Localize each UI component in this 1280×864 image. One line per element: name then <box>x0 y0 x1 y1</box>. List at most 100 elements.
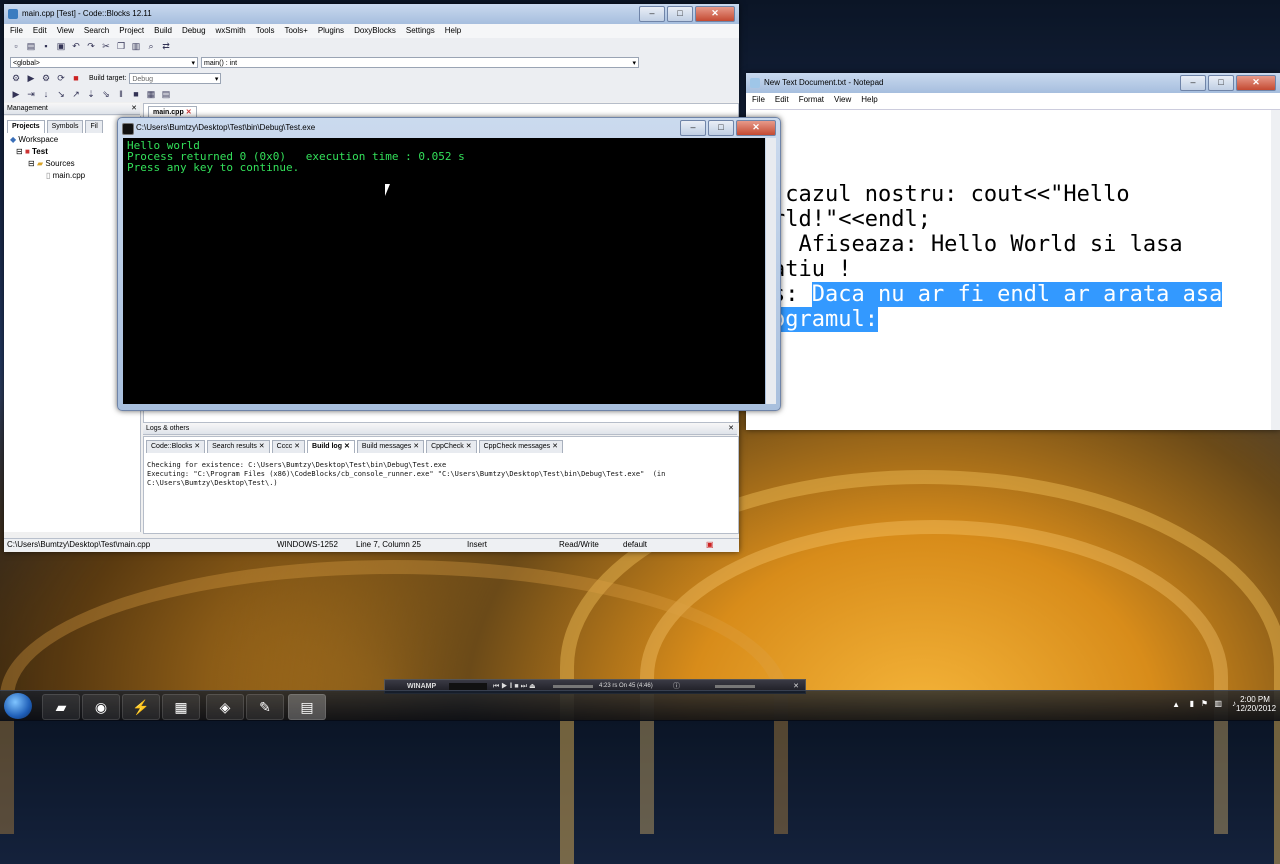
close-button[interactable]: ✕ <box>695 6 735 22</box>
menu-tools-plus[interactable]: Tools+ <box>284 24 307 38</box>
tab-files[interactable]: Fil <box>85 120 103 133</box>
run-icon[interactable]: ▶ <box>25 72 37 84</box>
console-app-taskbar-icon[interactable]: ◈ <box>206 694 244 720</box>
close-icon[interactable]: ✕ <box>194 443 200 450</box>
notepad-scrollbar[interactable] <box>1271 110 1280 430</box>
save-icon[interactable]: ▪ <box>40 40 52 52</box>
new-file-icon[interactable]: ▫ <box>10 40 22 52</box>
stop-debug-icon[interactable]: ■ <box>130 88 142 100</box>
scope-combo[interactable]: <global> ▾ <box>10 56 198 68</box>
run-to-cursor-icon[interactable]: ⇥ <box>25 88 37 100</box>
tree-item-workspace[interactable]: ◆ Workspace <box>10 134 85 146</box>
menu-wxsmith[interactable]: wxSmith <box>216 24 246 38</box>
tray-chevron-up-icon[interactable]: ▲ <box>1172 700 1180 709</box>
start-button[interactable] <box>4 693 32 719</box>
menu-format[interactable]: Format <box>799 93 824 107</box>
winamp-icon[interactable]: ⚡ <box>122 694 160 720</box>
menu-help[interactable]: Help <box>445 24 461 38</box>
menu-plugins[interactable]: Plugins <box>318 24 344 38</box>
save-all-icon[interactable]: ▣ <box>55 40 67 52</box>
menu-doxyblocks[interactable]: DoxyBlocks <box>354 24 396 38</box>
close-button[interactable]: ✕ <box>736 120 776 136</box>
step-out-icon[interactable]: ↗ <box>70 88 82 100</box>
minimize-button[interactable]: – <box>1180 75 1206 91</box>
menu-settings[interactable]: Settings <box>406 24 435 38</box>
console-output[interactable]: Hello world Process returned 0 (0x0) exe… <box>123 138 765 404</box>
tab-build-messages[interactable]: Build messages ✕ <box>356 440 425 453</box>
close-icon[interactable]: ✕ <box>728 423 734 435</box>
console-titlebar[interactable]: C:\Users\Bumtzy\Desktop\Test\bin\Debug\T… <box>118 118 780 138</box>
notepad-text-area[interactable]: cazul nostru: cout<<"Hello rld!"<<endl; A… <box>750 109 1280 430</box>
close-icon[interactable]: ✕ <box>259 443 265 450</box>
menu-edit[interactable]: Edit <box>33 24 47 38</box>
tray-clock[interactable]: 2:00 PM 12/20/2012 <box>1236 695 1276 713</box>
build-run-icon[interactable]: ⚙ <box>40 72 52 84</box>
menu-project[interactable]: Project <box>119 24 144 38</box>
debug-windows-icon[interactable]: ▦ <box>145 88 157 100</box>
menu-debug[interactable]: Debug <box>182 24 206 38</box>
tab-search-results[interactable]: Search results ✕ <box>207 440 270 453</box>
explorer-icon[interactable]: ▰ <box>42 694 80 720</box>
debug-start-icon[interactable]: ▶ <box>10 88 22 100</box>
notepad-taskbar-icon[interactable]: ✎ <box>246 694 284 720</box>
info-icon[interactable]: ▤ <box>160 88 172 100</box>
menu-edit[interactable]: Edit <box>775 93 789 107</box>
build-target-combo[interactable]: Debug ▾ <box>129 72 222 84</box>
minimize-button[interactable]: – <box>639 6 665 22</box>
copy-icon[interactable]: ❐ <box>115 40 127 52</box>
next-line-icon[interactable]: ↓ <box>40 88 52 100</box>
close-icon[interactable]: ✕ <box>344 443 350 450</box>
menu-build[interactable]: Build <box>154 24 172 38</box>
tab-cppcheck-messages[interactable]: CppCheck messages ✕ <box>478 440 563 453</box>
tab-cppcheck[interactable]: CppCheck ✕ <box>426 440 477 453</box>
codeblocks-icon[interactable]: ▦ <box>162 694 200 720</box>
paste-icon[interactable]: ▥ <box>130 40 142 52</box>
tab-symbols[interactable]: Symbols <box>46 120 84 133</box>
tray-device-icon[interactable]: ▮ <box>1190 699 1194 708</box>
close-icon[interactable]: ✕ <box>294 443 300 450</box>
notepad-titlebar[interactable]: New Text Document.txt - Notepad – □ ✕ <box>746 73 1280 93</box>
active-window-icon[interactable]: ▤ <box>288 694 326 720</box>
codeblocks-titlebar[interactable]: main.cpp [Test] - Code::Blocks 12.11 – □… <box>4 4 739 24</box>
abort-icon[interactable]: ■ <box>70 72 82 84</box>
menu-view[interactable]: View <box>834 93 851 107</box>
tree-item-main-cpp[interactable]: ▯ main.cpp <box>10 170 85 182</box>
menu-search[interactable]: Search <box>84 24 109 38</box>
close-icon[interactable]: ✕ <box>552 443 558 450</box>
maximize-button[interactable]: □ <box>708 120 734 136</box>
menu-tools[interactable]: Tools <box>256 24 275 38</box>
menu-help[interactable]: Help <box>861 93 877 107</box>
find-icon[interactable]: ⌕ <box>145 40 157 52</box>
open-folder-icon[interactable]: ▤ <box>25 40 37 52</box>
tray-flag-icon[interactable]: ⚑ <box>1201 699 1208 708</box>
step-into-icon[interactable]: ↘ <box>55 88 67 100</box>
console-scrollbar[interactable] <box>766 138 776 404</box>
tab-codeblocks-log[interactable]: Code::Blocks ✕ <box>146 440 206 453</box>
tab-cccc[interactable]: Cccc ✕ <box>271 440 306 453</box>
pause-icon[interactable]: ‖ <box>115 88 127 100</box>
close-icon[interactable]: ✕ <box>186 109 192 116</box>
tree-item-project[interactable]: ⊟ ■ Test <box>10 146 85 158</box>
step-into-instruction-icon[interactable]: ⇘ <box>100 88 112 100</box>
maximize-button[interactable]: □ <box>667 6 693 22</box>
close-icon[interactable]: ✕ <box>413 443 419 450</box>
menu-file[interactable]: File <box>752 93 765 107</box>
tab-build-log[interactable]: Build log ✕ <box>307 440 355 453</box>
volume-slider[interactable] <box>715 685 755 688</box>
redo-icon[interactable]: ↷ <box>85 40 97 52</box>
close-button[interactable]: ✕ <box>1236 75 1276 91</box>
undo-icon[interactable]: ↶ <box>70 40 82 52</box>
tree-item-sources[interactable]: ⊟ ▰ Sources <box>10 158 85 170</box>
close-icon[interactable]: ✕ <box>466 443 472 450</box>
minimize-button[interactable]: – <box>680 120 706 136</box>
maximize-button[interactable]: □ <box>1208 75 1234 91</box>
chrome-icon[interactable]: ◉ <box>82 694 120 720</box>
menu-file[interactable]: File <box>10 24 23 38</box>
cut-icon[interactable]: ✂ <box>100 40 112 52</box>
build-settings-icon[interactable]: ⚙ <box>10 72 22 84</box>
menu-view[interactable]: View <box>57 24 74 38</box>
close-icon[interactable]: ✕ <box>131 103 137 115</box>
tray-network-icon[interactable]: ▥ <box>1214 699 1222 708</box>
rebuild-icon[interactable]: ⟳ <box>55 72 67 84</box>
next-instruction-icon[interactable]: ⇣ <box>85 88 97 100</box>
